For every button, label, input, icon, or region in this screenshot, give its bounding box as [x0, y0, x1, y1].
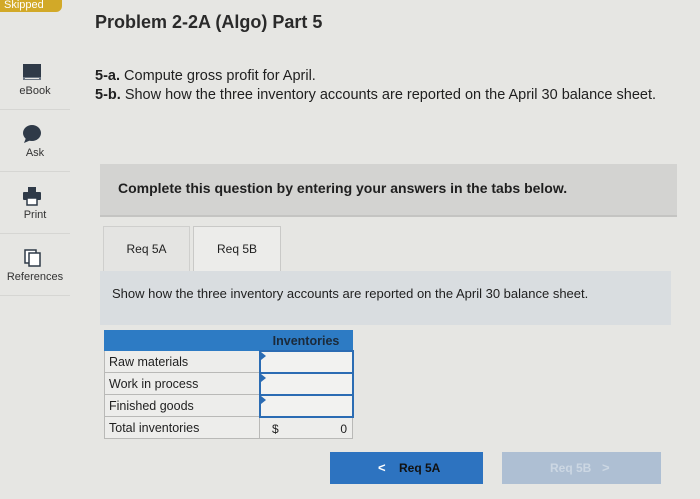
chevron-right-icon: > [602, 460, 610, 475]
raw-materials-input[interactable] [258, 349, 354, 374]
tab-req-5b[interactable]: Req 5B [193, 226, 281, 272]
row-label: Work in process [104, 372, 260, 395]
skipped-badge: Skipped [0, 0, 62, 12]
next-req-button[interactable]: Req 5B > [502, 452, 661, 484]
row-label: Finished goods [104, 394, 260, 417]
finished-goods-input[interactable] [258, 393, 354, 418]
table-row: Finished goods [104, 393, 354, 418]
part-b-text: Show how the three inventory accounts ar… [124, 87, 657, 103]
currency-symbol: $ [272, 421, 279, 436]
chevron-left-icon: < [378, 460, 386, 475]
sidebar-item-references[interactable]: References [0, 234, 70, 296]
page-title: Problem 2-2A (Algo) Part 5 [95, 12, 323, 32]
input-marker-icon [260, 373, 266, 382]
total-label: Total inventories [104, 416, 260, 439]
sidebar-item-label: eBook [19, 85, 51, 97]
part-b-label: 5-b. [95, 87, 121, 103]
part-a-text: Compute gross profit for April. [124, 68, 316, 84]
sidebar-item-label: Ask [25, 147, 45, 159]
inventories-table: Inventories Raw materials Work in proces… [104, 330, 354, 439]
sidebar-item-label: Print [23, 209, 47, 221]
table-header-row: Inventories [104, 330, 353, 351]
table-row-total: Total inventories $ 0 [104, 416, 353, 439]
documents-icon [24, 249, 41, 267]
input-marker-icon [260, 395, 266, 404]
sidebar-item-label: References [6, 271, 64, 283]
input-marker-icon [260, 351, 266, 360]
table-row: Raw materials [104, 349, 354, 374]
sidebar: eBook Ask Print References [0, 48, 70, 296]
question-part-b: 5-b. Show how the three inventory accoun… [95, 86, 665, 105]
table-row: Work in process [104, 371, 354, 396]
total-amount: 0 [340, 421, 347, 436]
printer-icon [23, 187, 41, 206]
sidebar-item-print[interactable]: Print [0, 172, 70, 234]
book-icon [23, 64, 41, 80]
tab-req-5a[interactable]: Req 5A [103, 226, 190, 272]
question-part-a: 5-a. Compute gross profit for April. [95, 67, 665, 86]
instructions-banner: Complete this question by entering your … [100, 164, 677, 217]
chat-bubble-icon [23, 125, 41, 143]
inventories-header: Inventories [259, 330, 353, 351]
sidebar-item-ask[interactable]: Ask [0, 110, 70, 172]
row-label: Raw materials [104, 350, 260, 373]
total-value: $ 0 [259, 416, 353, 439]
tab-instruction: Show how the three inventory accounts ar… [100, 271, 671, 325]
question-text: 5-a. Compute gross profit for April. 5-b… [95, 67, 665, 105]
next-req-label: Req 5B [550, 461, 592, 475]
prev-req-button[interactable]: < Req 5A [330, 452, 483, 484]
prev-req-label: Req 5A [399, 461, 441, 475]
work-in-process-input[interactable] [258, 371, 354, 396]
header-blank [104, 330, 260, 351]
sidebar-item-ebook[interactable]: eBook [0, 48, 70, 110]
part-a-label: 5-a. [95, 68, 120, 84]
